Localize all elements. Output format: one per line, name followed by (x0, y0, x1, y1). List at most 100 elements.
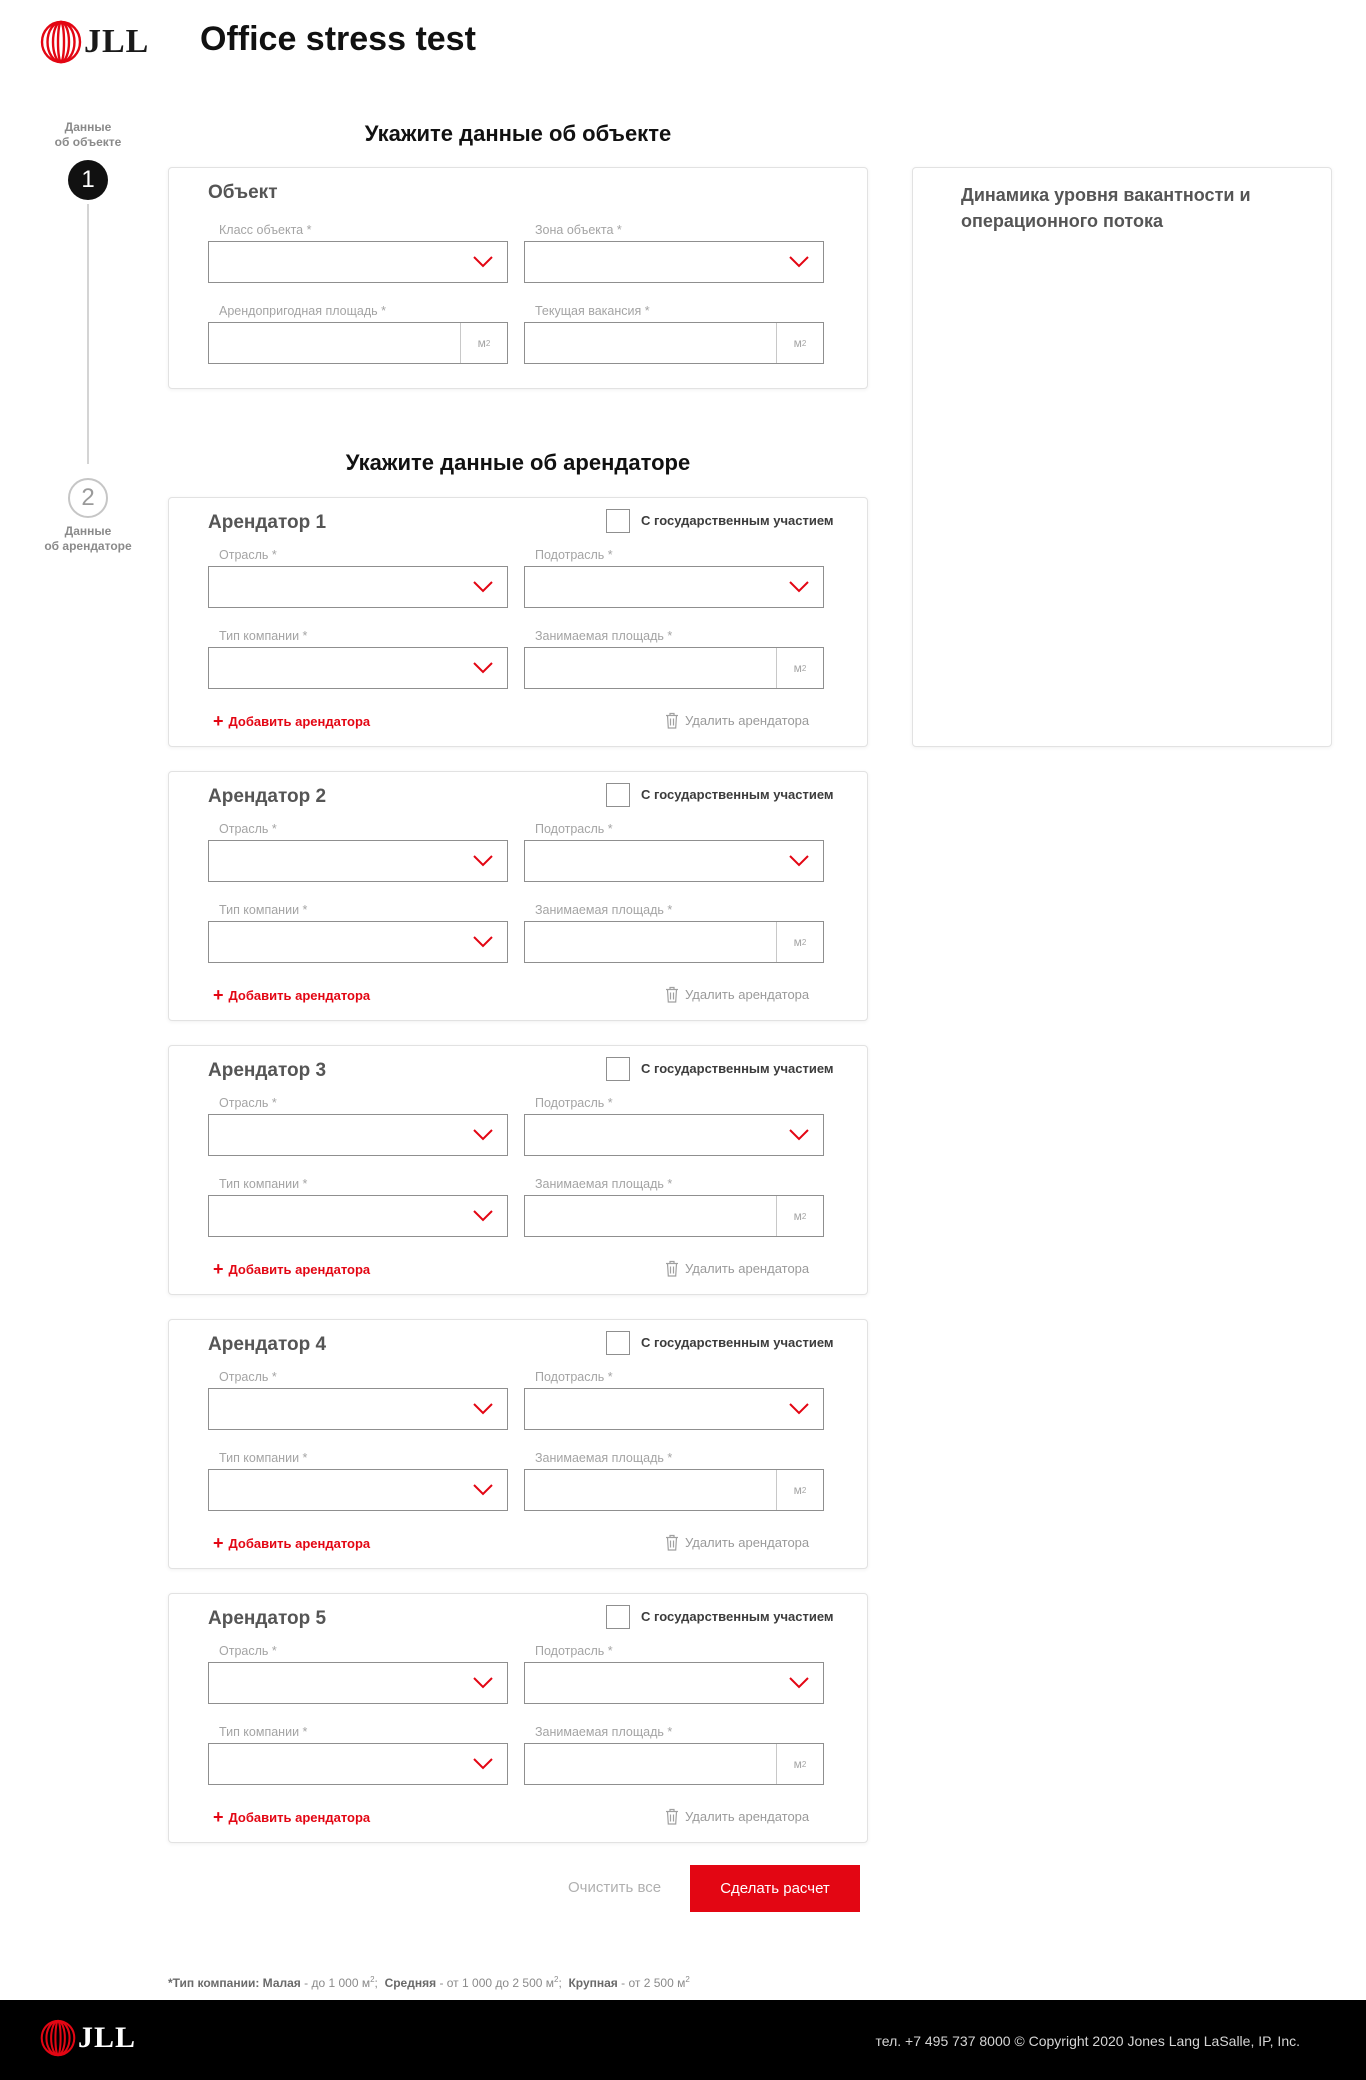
company-type-label: Тип компании * (219, 1451, 308, 1465)
plus-icon: + (213, 1807, 224, 1827)
chevron-down-icon (473, 662, 493, 674)
company-type-label: Тип компании * (219, 629, 308, 643)
chevron-down-icon (473, 256, 493, 268)
chevron-down-icon (473, 936, 493, 948)
header: JLL Office stress test (0, 0, 1366, 85)
jll-logo[interactable]: JLL (40, 20, 149, 64)
state-participation-label: С государственным участием (641, 1609, 834, 1624)
occupied-area-input[interactable]: м2 (524, 647, 824, 689)
tenant-card-3: Арендатор 3 С государственным участием О… (168, 1045, 868, 1295)
step-2-indicator[interactable]: 2 (68, 478, 108, 518)
company-type-select[interactable] (208, 1469, 508, 1511)
object-zone-select[interactable] (524, 241, 824, 283)
add-tenant-link[interactable]: + Добавить арендатора (213, 1807, 370, 1827)
state-participation-checkbox[interactable] (606, 1057, 630, 1081)
chevron-down-icon (473, 1129, 493, 1141)
occupied-area-input[interactable]: м2 (524, 921, 824, 963)
tenant-card-title: Арендатор 2 (208, 786, 327, 807)
stepper: Данные об объекте 1 2 Данные об арендато… (40, 120, 136, 554)
company-type-select[interactable] (208, 647, 508, 689)
chevron-down-icon (789, 1677, 809, 1689)
plus-icon: + (213, 985, 224, 1005)
current-vacancy-input[interactable]: м2 (524, 322, 824, 364)
chevron-down-icon (473, 855, 493, 867)
logo-text: JLL (84, 23, 150, 60)
add-tenant-link[interactable]: + Добавить арендатора (213, 1260, 370, 1278)
vacancy-dynamics-panel: Динамика уровня вакантности и операционн… (912, 167, 1332, 747)
industry-select[interactable] (208, 1114, 508, 1156)
chevron-down-icon (789, 256, 809, 268)
company-type-footnote: *Тип компании: Малая - до 1 000 м2; Сред… (168, 1975, 690, 1990)
object-section-heading: Укажите данные об объекте (364, 121, 672, 146)
industry-select[interactable] (208, 1662, 508, 1704)
industry-select[interactable] (208, 566, 508, 608)
delete-tenant-link[interactable]: Удалить арендатора (665, 1808, 809, 1825)
tenant-card-title: Арендатор 1 (208, 512, 327, 533)
delete-tenant-link[interactable]: Удалить арендатора (665, 1260, 809, 1277)
step-1-indicator[interactable]: 1 (68, 160, 108, 200)
rentable-area-label: Арендопригодная площадь * (219, 304, 386, 318)
vacancy-dynamics-title: Динамика уровня вакантности и операционн… (961, 185, 1251, 231)
state-participation-label: С государственным участием (641, 1335, 834, 1350)
state-participation-label: С государственным участием (641, 1061, 834, 1076)
add-tenant-link[interactable]: + Добавить арендатора (213, 1534, 370, 1552)
subindustry-select[interactable] (524, 1388, 824, 1430)
chevron-down-icon (473, 1677, 493, 1689)
subindustry-select[interactable] (524, 1662, 824, 1704)
chevron-down-icon (473, 581, 493, 593)
industry-select[interactable] (208, 840, 508, 882)
tenant-card-4: Арендатор 4 С государственным участием О… (168, 1319, 868, 1569)
unit-suffix: м2 (776, 1744, 823, 1784)
jll-logo-mark-icon (40, 2019, 76, 2057)
occupied-area-input[interactable]: м2 (524, 1469, 824, 1511)
occupied-area-input[interactable]: м2 (524, 1743, 824, 1785)
state-participation-checkbox[interactable] (606, 509, 630, 533)
object-class-label: Класс объекта * (219, 223, 312, 237)
industry-label: Отрасль * (219, 1370, 277, 1384)
rentable-area-input[interactable]: м2 (208, 322, 508, 364)
subindustry-select[interactable] (524, 1114, 824, 1156)
calculate-button[interactable]: Сделать расчет (690, 1865, 860, 1912)
company-type-select[interactable] (208, 921, 508, 963)
chevron-down-icon (473, 1210, 493, 1222)
industry-label: Отрасль * (219, 1644, 277, 1658)
subindustry-select[interactable] (524, 840, 824, 882)
add-tenant-link[interactable]: + Добавить арендатора (213, 985, 370, 1005)
occupied-area-label: Занимаемая площадь * (535, 629, 673, 643)
trash-icon (666, 1808, 678, 1825)
chevron-down-icon (473, 1758, 493, 1770)
subindustry-label: Подотрасль * (535, 822, 613, 836)
tenant-card-1: Арендатор 1 С государственным участием О… (168, 497, 868, 747)
tenant-card-2: Арендатор 2 С государственным участием О… (168, 771, 868, 1021)
chevron-down-icon (789, 855, 809, 867)
chevron-down-icon (789, 1403, 809, 1415)
industry-select[interactable] (208, 1388, 508, 1430)
object-class-select[interactable] (208, 241, 508, 283)
subindustry-select[interactable] (524, 566, 824, 608)
footer-jll-logo[interactable]: JLL (40, 2019, 136, 2057)
unit-suffix: м2 (776, 648, 823, 688)
state-participation-checkbox[interactable] (606, 1331, 630, 1355)
delete-tenant-link[interactable]: Удалить арендатора (665, 1534, 809, 1551)
company-type-select[interactable] (208, 1743, 508, 1785)
company-type-label: Тип компании * (219, 1725, 308, 1739)
state-participation-checkbox[interactable] (606, 783, 630, 807)
clear-all-button[interactable]: Очистить все (568, 1879, 661, 1896)
delete-tenant-link[interactable]: Удалить арендатора (665, 712, 809, 729)
step-2-label: Данные об арендаторе (44, 524, 132, 553)
state-participation-checkbox[interactable] (606, 1605, 630, 1629)
industry-label: Отрасль * (219, 548, 277, 562)
delete-tenant-link[interactable]: Удалить арендатора (665, 986, 809, 1003)
unit-suffix: м2 (460, 323, 507, 363)
add-tenant-link[interactable]: + Добавить арендатора (213, 712, 370, 730)
company-type-select[interactable] (208, 1195, 508, 1237)
industry-label: Отрасль * (219, 1096, 277, 1110)
tenant-card-5: Арендатор 5 С государственным участием О… (168, 1593, 868, 1843)
tenant-card-title: Арендатор 3 (208, 1060, 327, 1081)
chevron-down-icon (789, 581, 809, 593)
occupied-area-label: Занимаемая площадь * (535, 903, 673, 917)
occupied-area-input[interactable]: м2 (524, 1195, 824, 1237)
subindustry-label: Подотрасль * (535, 548, 613, 562)
step-1-label: Данные об объекте (54, 120, 122, 149)
state-participation-label: С государственным участием (641, 787, 834, 802)
